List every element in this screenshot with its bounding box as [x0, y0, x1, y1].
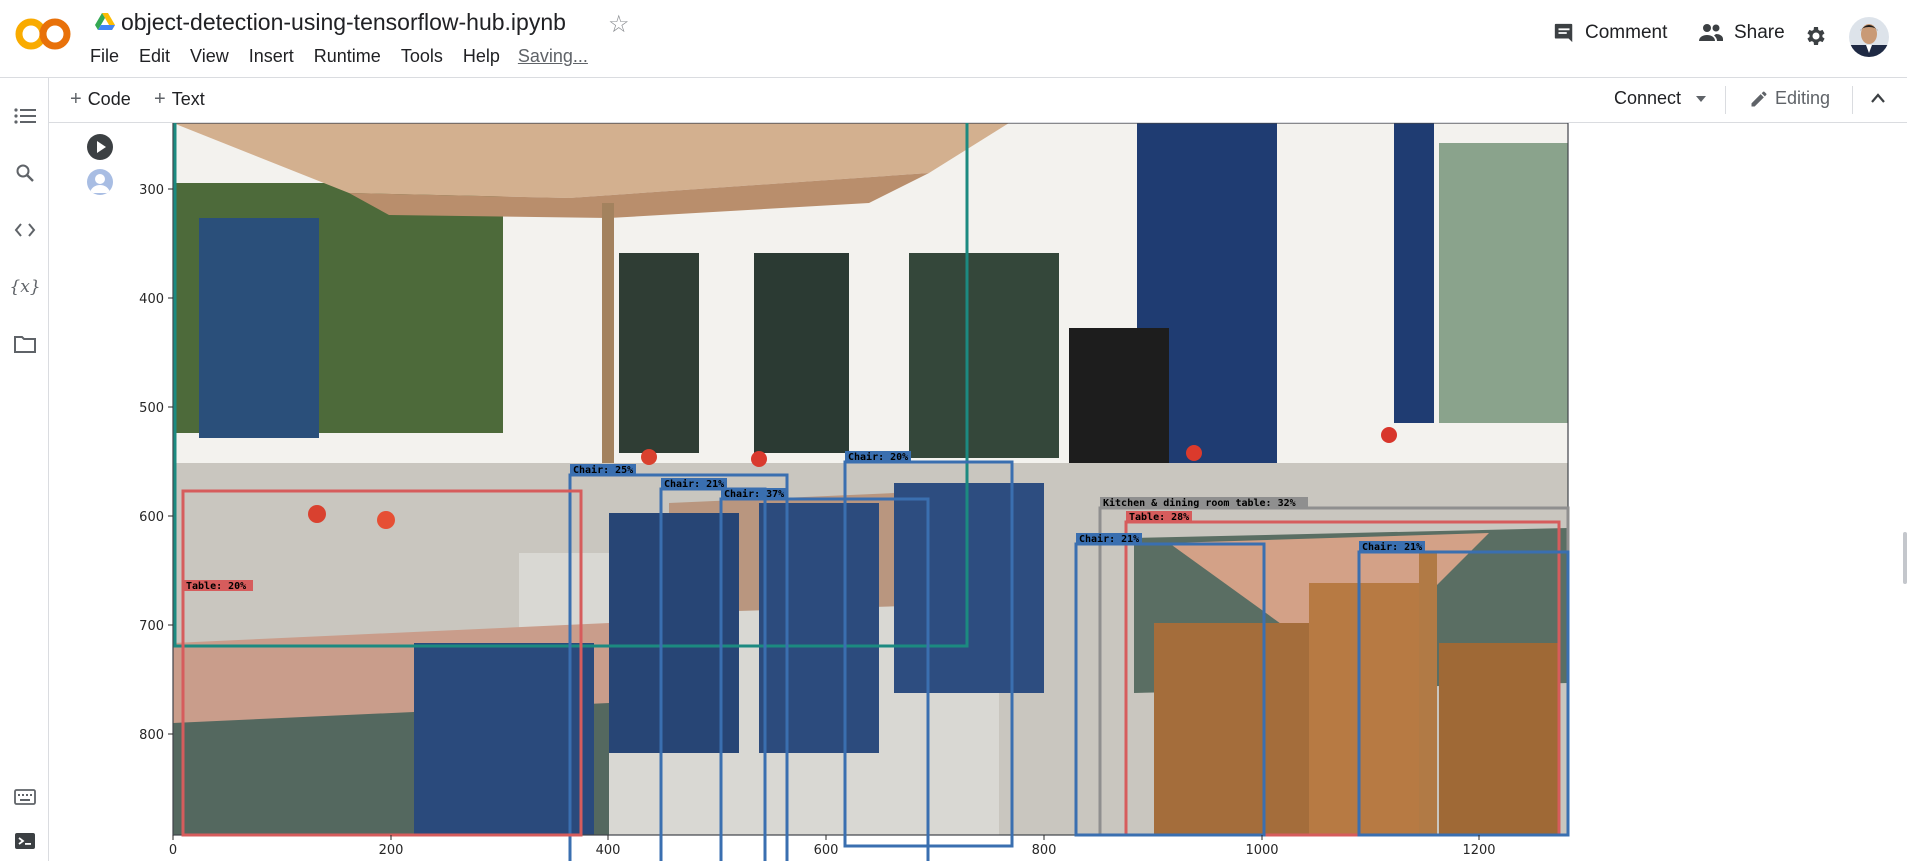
share-label: Share	[1734, 22, 1785, 43]
add-code-button[interactable]: + Code	[70, 88, 131, 111]
detection-label: Kitchen & dining room table: 32%	[1103, 497, 1296, 509]
caret-down-icon	[1696, 95, 1707, 102]
settings-button[interactable]	[1803, 24, 1827, 48]
save-status[interactable]: Saving...	[510, 46, 588, 67]
menu-file[interactable]: File	[80, 46, 129, 67]
resize-handle[interactable]	[1903, 532, 1907, 584]
detection-label: Chair: 25%	[573, 464, 633, 476]
menu-tools[interactable]: Tools	[391, 46, 453, 67]
menu-view[interactable]: View	[180, 46, 239, 67]
chevron-up-icon	[1871, 93, 1885, 103]
editing-label: Editing	[1775, 88, 1831, 108]
y-tick-label: 700	[139, 619, 164, 634]
plus-icon: +	[154, 88, 166, 110]
x-tick-label: 200	[379, 843, 404, 858]
add-text-button[interactable]: + Text	[154, 88, 205, 111]
y-tick-label: 400	[139, 292, 164, 307]
code-snippets-icon[interactable]	[12, 217, 38, 243]
notebook-toolbar: + Code + Text Connect Editing	[49, 78, 1907, 123]
comment-button[interactable]: Comment	[1553, 22, 1667, 44]
add-code-label: Code	[87, 89, 131, 109]
detection-label: Table: 28%	[1129, 512, 1189, 523]
x-tick-label: 1000	[1245, 843, 1278, 858]
search-icon[interactable]	[12, 160, 38, 186]
collapse-header-button[interactable]	[1870, 92, 1886, 104]
menu-insert[interactable]: Insert	[239, 46, 304, 67]
top-bar: object-detection-using-tensorflow-hub.ip…	[0, 0, 1907, 78]
plus-icon: +	[70, 88, 82, 110]
toolbar-divider	[1852, 86, 1853, 114]
command-palette-icon[interactable]	[12, 784, 38, 810]
detection-label: Chair: 21%	[1079, 533, 1139, 545]
comment-icon	[1554, 23, 1573, 43]
star-icon[interactable]: ☆	[608, 10, 630, 39]
detection-label: Chair: 21%	[1362, 541, 1422, 553]
menu-help[interactable]: Help	[453, 46, 510, 67]
x-tick-label: 800	[1032, 843, 1057, 858]
menu-bar: File Edit View Insert Runtime Tools Help…	[80, 46, 588, 67]
people-icon	[1699, 24, 1723, 41]
files-icon[interactable]	[12, 331, 38, 357]
pencil-icon	[1751, 91, 1767, 106]
connect-button[interactable]: Connect	[1614, 88, 1707, 109]
y-tick-label: 300	[139, 183, 164, 198]
add-text-label: Text	[171, 89, 205, 109]
detection-label: Chair: 21%	[664, 478, 724, 490]
account-avatar[interactable]	[1849, 17, 1889, 57]
notebook-content: Chair: 25% Chair: 21% Chair: 37% Chair: …	[49, 123, 1907, 861]
editing-mode-button[interactable]: Editing	[1749, 88, 1830, 109]
menu-edit[interactable]: Edit	[129, 46, 180, 67]
menu-runtime[interactable]: Runtime	[304, 46, 391, 67]
x-tick-label: 600	[814, 843, 839, 858]
x-tick-label: 400	[596, 843, 621, 858]
share-button[interactable]: Share	[1698, 22, 1785, 44]
toolbar-divider	[1725, 86, 1726, 114]
output-plot: Chair: 25% Chair: 21% Chair: 37% Chair: …	[139, 123, 1570, 861]
comment-label: Comment	[1585, 22, 1668, 43]
x-tick-label: 0	[169, 843, 177, 858]
terminal-icon[interactable]	[12, 828, 38, 854]
y-tick-label: 600	[139, 510, 164, 525]
x-tick-label: 1200	[1462, 843, 1495, 858]
gear-icon	[1807, 27, 1825, 45]
variables-icon[interactable]: {x}	[9, 274, 40, 300]
table-of-contents-icon[interactable]	[12, 103, 38, 129]
y-tick-label: 800	[139, 728, 164, 743]
y-tick-label: 500	[139, 401, 164, 416]
connect-label: Connect	[1614, 88, 1682, 108]
detection-label: Chair: 37%	[724, 488, 784, 500]
google-drive-icon	[95, 13, 115, 31]
notebook-title[interactable]: object-detection-using-tensorflow-hub.ip…	[121, 9, 566, 36]
detection-label: Table: 20%	[186, 581, 246, 592]
colab-logo[interactable]	[15, 14, 73, 54]
detection-label: Chair: 20%	[848, 451, 908, 463]
left-sidebar: {x}	[0, 78, 49, 861]
